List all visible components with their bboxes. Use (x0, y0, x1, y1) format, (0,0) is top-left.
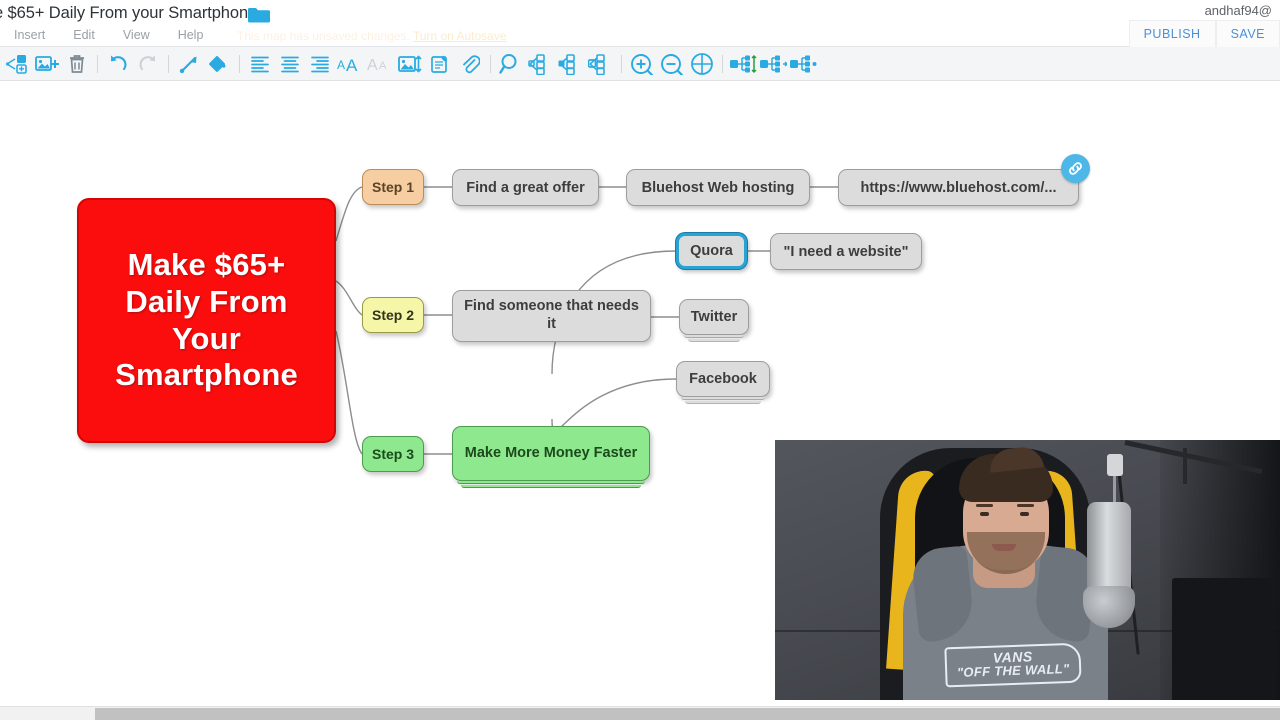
folder-icon[interactable] (248, 7, 270, 23)
publish-button[interactable]: PUBLISH (1128, 20, 1216, 48)
collapsed-children-indicator (461, 485, 641, 488)
align-right-icon[interactable] (305, 50, 335, 78)
person-eye-right (1020, 512, 1029, 516)
node-twitter[interactable]: Twitter (679, 299, 749, 342)
root-node[interactable]: Make $65+ Daily From Your Smartphone (77, 198, 336, 443)
link-badge-icon[interactable] (1061, 154, 1090, 183)
node-find-someone-that-needs-it[interactable]: Find someone that needs it (452, 290, 651, 342)
collapsed-children-indicator (688, 339, 740, 342)
node-facebook[interactable]: Facebook (676, 361, 770, 404)
top-actions: PUBLISH SAVE (1128, 20, 1280, 48)
microphone-stem (1113, 476, 1116, 504)
toolbar-separator (239, 54, 240, 73)
search-icon[interactable] (496, 50, 526, 78)
node-quora[interactable]: Quora (676, 233, 747, 269)
expand-all-icon[interactable] (526, 50, 556, 78)
account-label[interactable]: andhaf94@ (1205, 3, 1272, 18)
layout-balanced-icon[interactable] (788, 50, 818, 78)
svg-text:A: A (367, 57, 378, 74)
turn-on-autosave-link[interactable]: Turn on Autosave (413, 29, 507, 43)
collapsed-children-indicator (681, 397, 765, 400)
microphone-body (1087, 502, 1131, 597)
toolbar-separator (722, 54, 723, 73)
node-make-more-money-faster-label: Make More Money Faster (464, 444, 638, 461)
zoom-in-icon[interactable] (627, 50, 657, 78)
undo-icon[interactable] (103, 50, 133, 78)
horizontal-scrollbar-track[interactable] (0, 706, 1280, 720)
hoodie-logo: VANS "OFF THE WALL" (944, 634, 1082, 696)
delete-node-icon[interactable] (62, 50, 92, 78)
node-step-2[interactable]: Step 2 (362, 297, 424, 333)
svg-text:A: A (346, 56, 358, 74)
node-i-need-a-website[interactable]: "I need a website" (770, 233, 922, 270)
menu-help[interactable]: Help (164, 28, 218, 42)
add-child-node-icon[interactable] (2, 50, 32, 78)
increase-font-size-icon[interactable]: A A (335, 50, 365, 78)
redo-icon[interactable] (133, 50, 163, 78)
attachment-icon[interactable] (455, 50, 485, 78)
zoom-out-icon[interactable] (657, 50, 687, 78)
horizontal-scrollbar-thumb[interactable] (95, 708, 1280, 720)
toolbar: A A A A (0, 47, 1280, 81)
unsaved-changes-status: This map has unsaved changes. Turn on Au… (237, 29, 507, 43)
node-find-a-great-offer[interactable]: Find a great offer (452, 169, 599, 206)
node-make-more-money-faster[interactable]: Make More Money Faster (452, 426, 650, 488)
align-left-icon[interactable] (245, 50, 275, 78)
microphone-mount (1107, 454, 1123, 476)
toolbar-separator (168, 54, 169, 73)
svg-text:A: A (379, 60, 387, 72)
node-step-1[interactable]: Step 1 (362, 169, 424, 205)
arrow-connector-icon[interactable] (174, 50, 204, 78)
node-facebook-label: Facebook (689, 371, 757, 387)
hoodie-logo-bottom-text: "OFF THE WALL" (956, 660, 1070, 680)
collapsed-children-indicator (457, 481, 645, 484)
menu-view[interactable]: View (109, 28, 164, 42)
toolbar-separator (621, 54, 622, 73)
collapsed-children-indicator (684, 335, 744, 338)
node-bluehost-url-label: https://www.bluehost.com/... (860, 179, 1057, 196)
person-eye-left (980, 512, 989, 516)
zoom-fit-icon[interactable] (687, 50, 717, 78)
add-note-icon[interactable] (425, 50, 455, 78)
menu-edit[interactable]: Edit (59, 28, 109, 42)
collapsed-children-indicator (685, 401, 761, 404)
person-eyebrow-left (976, 504, 993, 507)
layout-right-icon[interactable] (758, 50, 788, 78)
layout-vertical-icon[interactable] (728, 50, 758, 78)
add-image-icon[interactable] (32, 50, 62, 78)
collapse-all-icon[interactable] (586, 50, 616, 78)
node-bluehost-web-hosting[interactable]: Bluehost Web hosting (626, 169, 810, 206)
person-mouth (992, 544, 1016, 551)
toolbar-separator (97, 54, 98, 73)
menu-insert[interactable]: Insert (0, 28, 59, 42)
node-twitter-label: Twitter (690, 309, 738, 325)
webcam-dark-panel (1172, 578, 1272, 720)
node-step-3[interactable]: Step 3 (362, 436, 424, 472)
save-button[interactable]: SAVE (1215, 20, 1280, 48)
node-bluehost-url[interactable]: https://www.bluehost.com/... (838, 154, 1090, 206)
menu-bar: Insert Edit View Help (0, 28, 217, 42)
mindmap-application: e $65+ Daily From your Smartphone Insert… (0, 0, 1280, 720)
toolbar-separator (490, 54, 491, 73)
webcam-overlay: VANS "OFF THE WALL" (775, 440, 1280, 720)
collapse-node-icon[interactable] (556, 50, 586, 78)
svg-text:A: A (337, 58, 345, 72)
unsaved-changes-text: This map has unsaved changes. (237, 29, 410, 43)
map-title[interactable]: e $65+ Daily From your Smartphone (0, 4, 257, 23)
person-eyebrow-right (1017, 504, 1034, 507)
top-bar: e $65+ Daily From your Smartphone Insert… (0, 0, 1280, 48)
microphone-boom-joint (1183, 448, 1187, 484)
align-center-icon[interactable] (275, 50, 305, 78)
fill-color-icon[interactable] (204, 50, 234, 78)
decrease-font-size-icon[interactable]: A A (365, 50, 395, 78)
image-size-icon[interactable] (395, 50, 425, 78)
hoodie-logo-box: VANS "OFF THE WALL" (944, 642, 1082, 688)
